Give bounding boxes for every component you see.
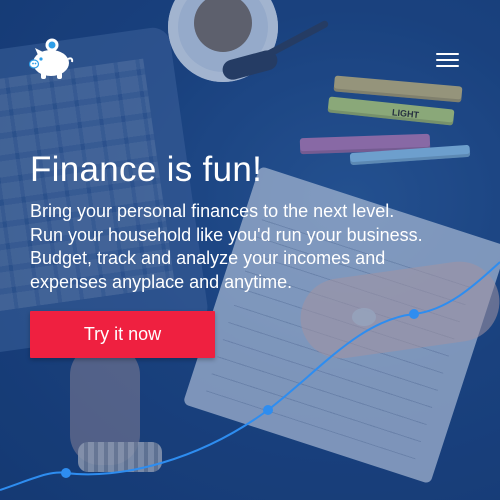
chart-point bbox=[263, 405, 273, 415]
chart-point bbox=[61, 468, 71, 478]
page-title: Finance is fun! bbox=[30, 150, 263, 189]
try-it-now-button[interactable]: Try it now bbox=[30, 311, 215, 358]
hero-section: LIGHT Finance is fun! Bring your persona… bbox=[0, 0, 500, 500]
menu-bar bbox=[436, 65, 459, 67]
description-line: Bring your personal finances to the next… bbox=[30, 201, 395, 221]
chart-line bbox=[0, 261, 500, 491]
menu-bar bbox=[436, 53, 459, 55]
hero-description: Bring your personal finances to the next… bbox=[30, 200, 450, 294]
description-line: Run your household like you'd run your b… bbox=[30, 224, 423, 245]
menu-bar bbox=[436, 59, 459, 61]
piggy-bank-icon[interactable] bbox=[27, 34, 75, 82]
hamburger-menu-icon[interactable] bbox=[432, 48, 462, 70]
chart-point bbox=[409, 309, 419, 319]
description-line: Budget, track and analyze your incomes a… bbox=[30, 248, 386, 268]
description-line: expenses anyplace and anytime. bbox=[30, 271, 293, 292]
